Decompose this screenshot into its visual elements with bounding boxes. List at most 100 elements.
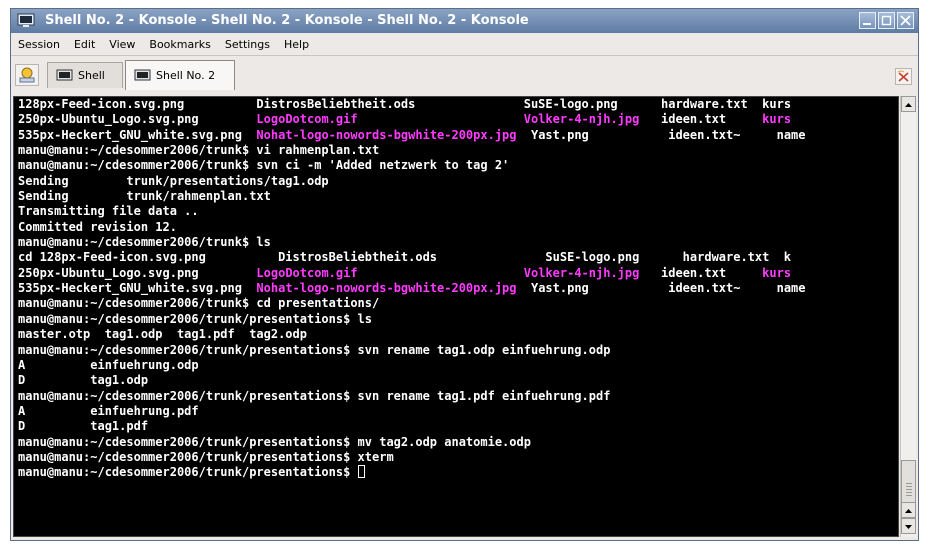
terminal-line: 250px-Ubuntu_Logo.svg.png LogoDotcom.gif… [18, 112, 806, 127]
terminal-text-segment: manu@manu:~/cdesommer2006/trunk/presenta… [18, 465, 358, 480]
terminal-text-segment: Yast.png ideen.txt~ name [516, 281, 806, 296]
tab-shell[interactable]: Shell [47, 62, 123, 88]
terminal-text-segment: 128px-Feed-icon.svg.png DistrosBeliebthe… [18, 97, 524, 111]
terminal-text-segment: D tag1.odp [18, 373, 149, 388]
terminal-text-segment: Transmitting file data .. [18, 204, 199, 219]
terminal-line: A einfuehrung.odp [18, 358, 806, 373]
scroll-up-button[interactable] [901, 96, 916, 112]
scroll-up-arrow-icon [905, 509, 912, 513]
terminal-line: manu@manu:~/cdesommer2006/trunk/presenta… [18, 465, 806, 480]
terminal-line: manu@manu:~/cdesommer2006/trunk$ ls [18, 235, 806, 250]
window-title: Shell No. 2 - Konsole - Shell No. 2 - Ko… [45, 13, 529, 28]
image-filename: Volker-4-njh.jpg [523, 265, 640, 280]
konsole-window: Shell No. 2 - Konsole - Shell No. 2 - Ko… [10, 8, 919, 541]
terminal-text-segment: master.otp tag1.odp tag1.pdf tag2.odp [18, 327, 307, 342]
terminal-line: 128px-Feed-icon.svg.png DistrosBeliebthe… [18, 97, 806, 112]
terminal-line: manu@manu:~/cdesommer2006/trunk/presenta… [18, 312, 806, 327]
terminal-icon [134, 69, 151, 81]
image-filename: kurs [762, 112, 792, 127]
terminal-line: Transmitting file data .. [18, 204, 806, 219]
image-filename: Nohat-logo-nowords-bgwhite-200px.jpg [256, 127, 517, 142]
image-filename: LogoDotcom.gif [256, 112, 358, 127]
terminal-text-segment: manu@manu:~/cdesommer2006/trunk$ svn ci … [18, 158, 510, 173]
terminal-text-segment: manu@manu:~/cdesommer2006/trunk/presenta… [18, 342, 611, 357]
close-icon[interactable] [897, 12, 914, 29]
terminal-line: manu@manu:~/cdesommer2006/trunk$ cd pres… [18, 296, 806, 311]
terminal-text-segment: manu@manu:~/cdesommer2006/trunk/presenta… [18, 311, 373, 326]
terminal-text-segment: manu@manu:~/cdesommer2006/trunk$ cd pres… [18, 296, 380, 311]
terminal-line: A einfuehrung.pdf [18, 404, 806, 419]
terminal-text-segment: Sending trunk/presentations/tag1.odp [18, 173, 329, 188]
terminal-text-segment: 535px-Heckert_GNU_white.svg.png [18, 127, 257, 142]
terminal-text-segment: ideen.txt [639, 112, 763, 127]
terminal-line: Sending trunk/presentations/tag1.odp [18, 174, 806, 189]
terminal-line: Sending trunk/rahmenplan.txt [18, 189, 806, 204]
close-tab-button[interactable] [895, 68, 912, 85]
maximize-icon[interactable] [878, 12, 895, 29]
menu-edit[interactable]: Edit [67, 38, 102, 51]
title-bar[interactable]: Shell No. 2 - Konsole - Shell No. 2 - Ko… [11, 9, 918, 33]
terminal-text-segment: manu@manu:~/cdesommer2006/trunk/presenta… [18, 449, 394, 464]
menu-bookmarks[interactable]: Bookmarks [142, 38, 217, 51]
minimize-icon[interactable] [859, 12, 876, 29]
vertical-scrollbar[interactable] [900, 96, 916, 537]
terminal-text-segment: kurs [762, 97, 792, 111]
terminal-line: cd 128px-Feed-icon.svg.png DistrosBelieb… [18, 250, 806, 265]
terminal-text-segment: D tag1.pdf [18, 419, 149, 434]
terminal-line: manu@manu:~/cdesommer2006/trunk/presenta… [18, 389, 806, 404]
terminal-text-segment: A einfuehrung.odp [18, 357, 199, 372]
terminal-line: manu@manu:~/cdesommer2006/trunk$ vi rahm… [18, 143, 806, 158]
terminal-text-segment: cd 128px-Feed-icon.svg.png DistrosBelieb… [18, 250, 792, 265]
terminal-text-segment: ideen.txt [639, 265, 763, 280]
tab-shell-no-2[interactable]: Shell No. 2 [125, 60, 235, 90]
terminal-line: D tag1.odp [18, 373, 806, 388]
terminal-line: manu@manu:~/cdesommer2006/trunk/presenta… [18, 450, 806, 465]
image-filename: Volker-4-njh.jpg [523, 112, 640, 127]
menu-bar: Session Edit View Bookmarks Settings Hel… [11, 33, 918, 55]
tab-label: Shell No. 2 [156, 69, 216, 82]
scroll-down-button[interactable] [901, 518, 916, 534]
window-controls [859, 12, 914, 29]
terminal-text-segment: SuSE-logo.png hardware.txt [523, 97, 763, 111]
image-filename: LogoDotcom.gif [256, 265, 358, 280]
terminal-text-segment: manu@manu:~/cdesommer2006/trunk/presenta… [18, 388, 611, 403]
terminal-line: 535px-Heckert_GNU_white.svg.png Nohat-lo… [18, 281, 806, 296]
scroll-down-arrow-icon [905, 525, 912, 529]
image-filename: kurs [762, 265, 792, 280]
terminal-line: master.otp tag1.odp tag1.pdf tag2.odp [18, 327, 806, 342]
terminal-text-segment: manu@manu:~/cdesommer2006/trunk$ ls [18, 235, 271, 250]
menu-view[interactable]: View [102, 38, 142, 51]
image-filename: Nohat-logo-nowords-bgwhite-200px.jpg [256, 281, 517, 296]
konsole-app-icon [17, 13, 35, 27]
menu-help[interactable]: Help [277, 38, 316, 51]
terminal-icon [56, 69, 73, 81]
terminal-text-segment: A einfuehrung.pdf [18, 403, 199, 418]
menu-session[interactable]: Session [11, 38, 67, 51]
terminal-line: manu@manu:~/cdesommer2006/trunk/presenta… [18, 343, 806, 358]
tab-bar: Shell Shell No. 2 [11, 55, 918, 96]
terminal-text-segment: Committed revision 12. [18, 219, 177, 234]
terminal-text-segment: Sending trunk/rahmenplan.txt [18, 189, 271, 204]
close-tab-icon [897, 70, 909, 82]
terminal-text-segment: manu@manu:~/cdesommer2006/trunk$ vi rahm… [18, 143, 380, 158]
new-session-icon [19, 67, 35, 83]
scroll-up-arrow-icon [905, 103, 912, 107]
terminal-text-segment: 250px-Ubuntu_Logo.svg.png [18, 112, 257, 127]
scrollbar-grip [906, 483, 912, 497]
terminal-output[interactable]: 128px-Feed-icon.svg.png DistrosBeliebthe… [13, 96, 899, 537]
scroll-up-button-lower[interactable] [901, 502, 916, 518]
terminal-text-segment: 250px-Ubuntu_Logo.svg.png [18, 265, 257, 280]
terminal-line: D tag1.pdf [18, 419, 806, 434]
text-cursor [357, 465, 365, 479]
terminal-line: manu@manu:~/cdesommer2006/trunk/presenta… [18, 435, 806, 450]
terminal-text-segment: 535px-Heckert_GNU_white.svg.png [18, 281, 257, 296]
terminal-line: 250px-Ubuntu_Logo.svg.png LogoDotcom.gif… [18, 266, 806, 281]
terminal-line: manu@manu:~/cdesommer2006/trunk$ svn ci … [18, 158, 806, 173]
terminal-line: 535px-Heckert_GNU_white.svg.png Nohat-lo… [18, 128, 806, 143]
menu-settings[interactable]: Settings [218, 38, 277, 51]
terminal-text-segment: manu@manu:~/cdesommer2006/trunk/presenta… [18, 434, 531, 449]
new-session-button[interactable] [15, 64, 39, 86]
tab-label: Shell [78, 69, 105, 82]
